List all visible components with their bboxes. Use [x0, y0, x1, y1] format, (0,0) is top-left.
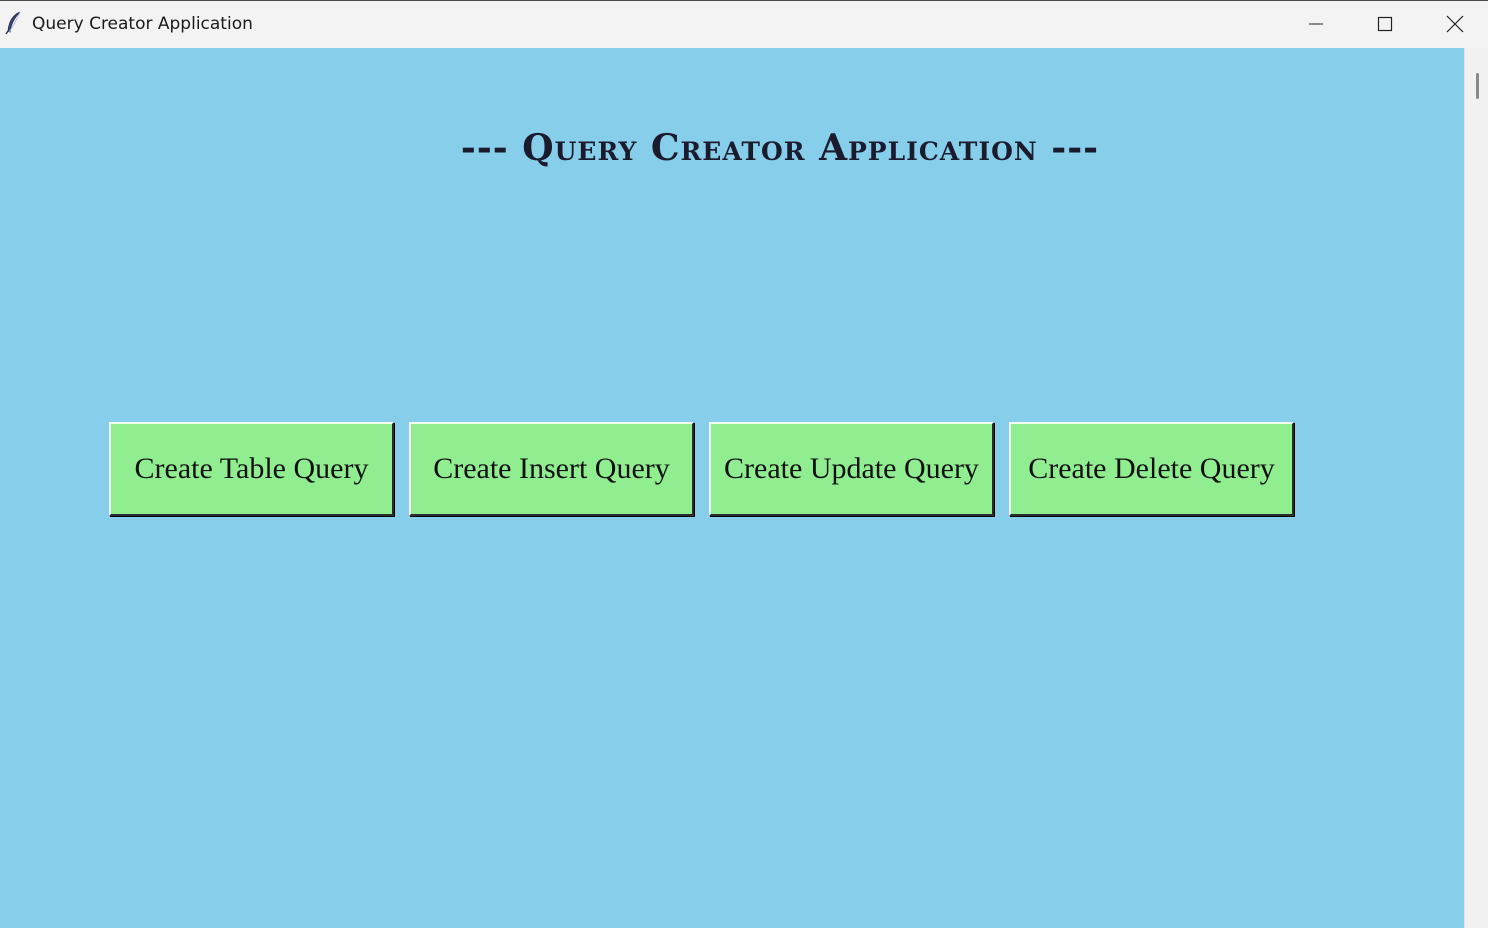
close-button[interactable]	[1420, 1, 1488, 47]
create-delete-query-button[interactable]: Create Delete Query	[1009, 422, 1294, 516]
scrollbar-thumb[interactable]	[1476, 73, 1479, 99]
title-bar[interactable]: Query Creator Application	[0, 1, 1488, 47]
page-title: --- Query Creator Application ---	[460, 127, 1100, 169]
minimize-icon	[1308, 16, 1324, 32]
create-table-query-button[interactable]: Create Table Query	[109, 422, 394, 516]
close-icon	[1446, 15, 1464, 33]
create-update-query-button[interactable]: Create Update Query	[709, 422, 994, 516]
main-content: --- Query Creator Application --- Create…	[0, 48, 1464, 928]
window-title: Query Creator Application	[32, 14, 253, 34]
minimize-button[interactable]	[1281, 1, 1351, 47]
app-window: Query Creator Application --- Query Crea…	[0, 0, 1488, 928]
maximize-icon	[1377, 16, 1393, 32]
create-insert-query-button[interactable]: Create Insert Query	[409, 422, 694, 516]
maximize-button[interactable]	[1350, 1, 1420, 47]
vertical-scrollbar[interactable]	[1464, 48, 1488, 928]
feather-icon	[5, 11, 23, 35]
